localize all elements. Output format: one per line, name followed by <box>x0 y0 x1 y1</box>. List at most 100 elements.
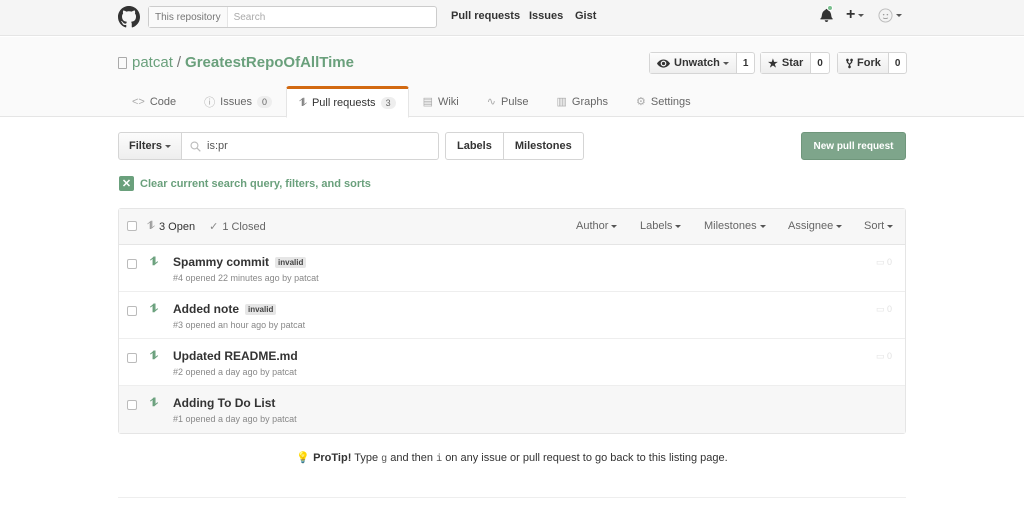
header-search[interactable]: This repository <box>148 6 437 28</box>
tab-counter: 0 <box>256 95 272 108</box>
tab-settings[interactable]: ⚙ Settings <box>622 86 705 117</box>
tab-graphs[interactable]: ▥ Graphs <box>543 86 622 117</box>
filters-dropdown[interactable]: Filters <box>118 132 183 160</box>
forks-count[interactable]: 0 <box>889 53 907 73</box>
row-checkbox[interactable] <box>127 259 137 269</box>
star-button[interactable]: ★ Star <box>761 53 812 73</box>
pull-request-list: ⥮ 3 Open ✓ 1 Closed Author Labels Mileston… <box>118 208 906 434</box>
filter-label: Assignee <box>788 220 834 232</box>
tab-label: Wiki <box>437 95 459 108</box>
clear-query-link[interactable]: ✕ Clear current search query, filters, a… <box>119 176 371 191</box>
clear-query-label: Clear current search query, filters, and… <box>140 177 371 190</box>
protip-text: and then <box>390 452 434 464</box>
milestones-filter[interactable]: Milestones <box>704 220 766 232</box>
comment-count[interactable]: ▭ 0 <box>876 304 892 315</box>
eye-icon <box>657 58 670 68</box>
nav-gist[interactable]: Gist <box>575 10 596 22</box>
tab-label: Pull requests <box>311 97 376 109</box>
sort-filter[interactable]: Sort <box>864 220 894 232</box>
new-pull-request-button[interactable]: New pull request <box>801 132 906 160</box>
chevron-down-icon <box>887 224 894 228</box>
label-badge[interactable]: invalid <box>245 303 277 315</box>
issue-icon: ⓘ <box>204 96 216 109</box>
comment-count-value: 0 <box>887 304 893 314</box>
star-icon: ★ <box>768 57 778 70</box>
book-icon: ▤ <box>422 96 433 108</box>
close-icon: ✕ <box>119 176 134 191</box>
filter-search[interactable] <box>182 132 440 160</box>
tab-code[interactable]: <> Code <box>118 86 190 117</box>
user-menu[interactable] <box>878 8 902 23</box>
row-title-wrap: Adding To Do List <box>173 396 275 410</box>
state-toggle: ⥮ 3 Open ✓ 1 Closed <box>147 220 280 233</box>
chevron-down-icon <box>165 144 172 148</box>
site-header: This repository Pull requests Issues Gis… <box>0 0 1024 36</box>
repo-name-link[interactable]: GreatestRepoOfAllTime <box>185 54 354 71</box>
repo-title: patcat / GreatestRepoOfAllTime <box>118 54 354 71</box>
tab-wiki[interactable]: ▤ Wiki <box>409 86 473 117</box>
table-row: ⥮ Added note invalid #3 opened an hour a… <box>119 292 905 339</box>
closed-filter[interactable]: ✓ 1 Closed <box>209 220 266 234</box>
tab-label: Pulse <box>500 95 529 108</box>
tab-pulse[interactable]: ∿ Pulse <box>473 86 543 117</box>
milestones-button[interactable]: Milestones <box>502 133 583 159</box>
open-filter[interactable]: ⥮ 3 Open <box>147 220 195 233</box>
unread-indicator <box>827 5 833 11</box>
filter-label: Sort <box>864 220 885 232</box>
watchers-count[interactable]: 1 <box>737 53 755 73</box>
fork-icon <box>846 58 853 68</box>
comment-count-value: 0 <box>887 351 893 361</box>
github-octocat-icon[interactable] <box>118 6 140 28</box>
table-header: ⥮ 3 Open ✓ 1 Closed Author Labels Mileston… <box>119 209 905 245</box>
stargazers-count[interactable]: 0 <box>811 53 829 73</box>
fork-button[interactable]: Fork <box>838 53 889 73</box>
comment-count[interactable]: ▭ 0 <box>876 351 892 362</box>
comment-count-value: 0 <box>887 257 893 267</box>
author-filter[interactable]: Author <box>576 220 618 232</box>
labels-filter[interactable]: Labels <box>640 220 682 232</box>
check-icon: ✓ <box>209 221 219 233</box>
select-all-checkbox[interactable] <box>127 221 137 231</box>
protip-strong: ProTip! <box>313 452 352 464</box>
pull-request-title-link[interactable]: Adding To Do List <box>173 396 275 410</box>
create-new-menu[interactable]: + <box>846 6 865 24</box>
star-button-group: ★ Star 0 <box>760 52 830 74</box>
row-checkbox[interactable] <box>127 306 137 316</box>
repo-owner-link[interactable]: patcat <box>132 54 173 71</box>
label-badge[interactable]: invalid <box>275 256 307 268</box>
tab-label: Settings <box>650 95 691 108</box>
comment-icon: ▭ <box>876 257 885 267</box>
filters-label: Filters <box>129 140 163 152</box>
filter-query-input[interactable] <box>207 140 408 152</box>
protip-text: on any issue or pull request to go back … <box>445 452 728 464</box>
search-input[interactable] <box>227 11 428 23</box>
nav-pull-requests[interactable]: Pull requests <box>451 10 520 22</box>
pull-request-title-link[interactable]: Spammy commit <box>173 255 269 269</box>
tab-label: Code <box>149 95 177 108</box>
comment-count[interactable]: ▭ 0 <box>876 257 892 268</box>
star-label: Star <box>781 57 804 69</box>
tab-pull-requests[interactable]: ⥮ Pull requests 3 <box>285 86 409 118</box>
tab-issues[interactable]: ⓘ Issues 0 <box>190 86 286 117</box>
pull-request-icon: ⥮ <box>150 303 158 315</box>
unwatch-button[interactable]: Unwatch <box>650 53 737 73</box>
pulse-icon: ∿ <box>486 96 496 108</box>
row-title-wrap: Added note invalid <box>173 302 277 316</box>
filters-bar: Filters <box>118 132 440 160</box>
pull-request-title-link[interactable]: Updated README.md <box>173 349 298 363</box>
row-checkbox[interactable] <box>127 353 137 363</box>
tab-counter: 3 <box>380 97 396 109</box>
pull-request-icon: ⥮ <box>150 397 158 409</box>
row-checkbox[interactable] <box>127 400 137 410</box>
unwatch-label: Unwatch <box>674 57 720 69</box>
nav-issues[interactable]: Issues <box>529 10 563 22</box>
table-row: ⥮ Updated README.md #2 opened a day ago … <box>119 339 905 386</box>
protip: 💡 ProTip! Type g and then i on any issue… <box>0 451 1024 465</box>
comment-icon: ▭ <box>876 304 885 314</box>
assignee-filter[interactable]: Assignee <box>788 220 843 232</box>
chevron-down-icon <box>722 61 729 65</box>
labels-button[interactable]: Labels <box>446 133 503 159</box>
row-title-wrap: Spammy commit invalid <box>173 255 307 269</box>
pull-request-title-link[interactable]: Added note <box>173 302 239 316</box>
pull-request-icon: ⥮ <box>147 220 155 232</box>
